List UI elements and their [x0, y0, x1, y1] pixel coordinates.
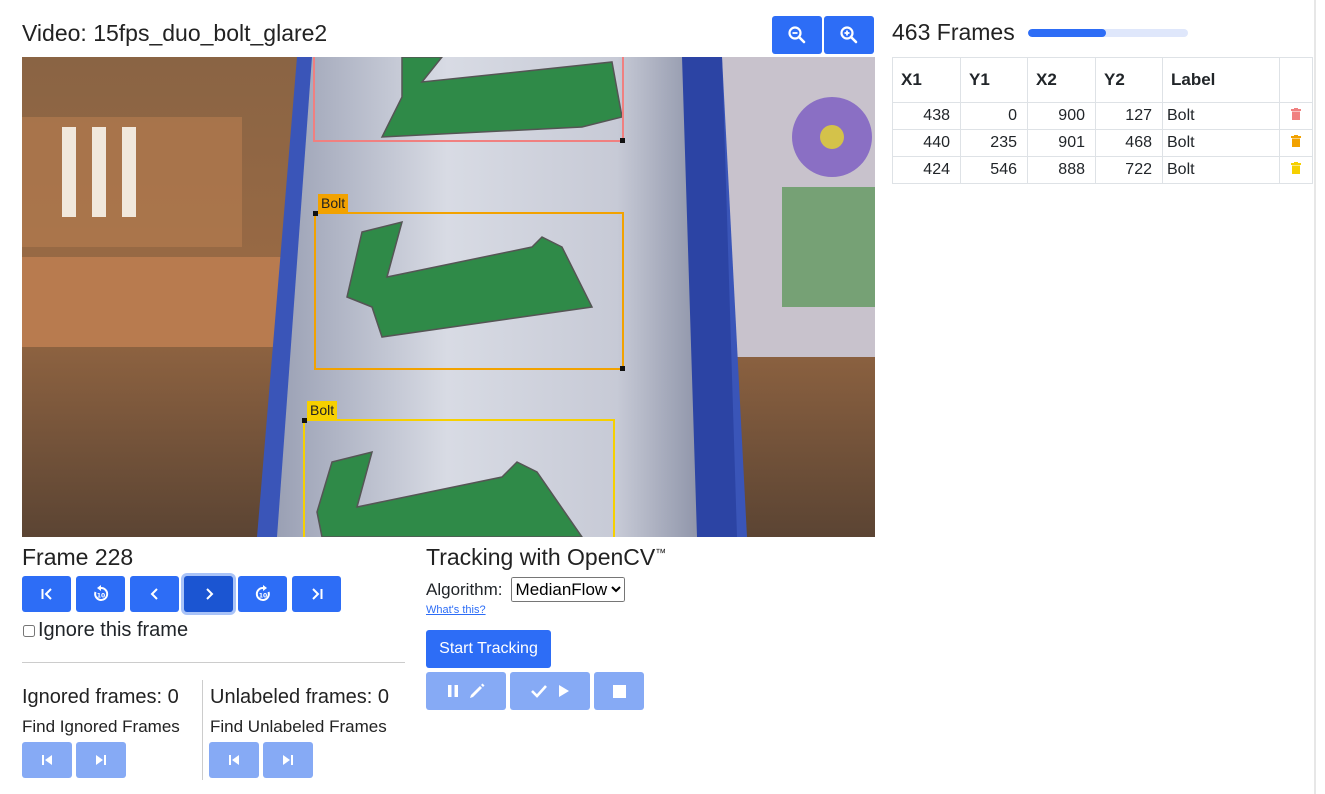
- trademark: ™: [655, 547, 667, 560]
- rewind-10-icon: 10: [93, 585, 108, 601]
- progress-fill: [1028, 29, 1107, 37]
- start-tracking-button[interactable]: Start Tracking: [426, 630, 551, 668]
- panel-divider: [1314, 0, 1316, 794]
- svg-text:10: 10: [96, 593, 104, 600]
- last-frame-button[interactable]: [292, 576, 341, 612]
- cell-label: Bolt: [1162, 129, 1280, 157]
- skip-previous-icon: [42, 755, 52, 765]
- fast-forward-10-icon: 10: [255, 585, 270, 601]
- trash-icon[interactable]: [1291, 135, 1301, 147]
- algorithm-row: Algorithm: MedianFlow: [426, 577, 625, 602]
- cell-actions: [1279, 156, 1313, 184]
- first-frame-button[interactable]: [22, 576, 71, 612]
- cell-y2: 722: [1095, 156, 1163, 184]
- cell-actions: [1279, 102, 1313, 130]
- resize-handle[interactable]: [302, 418, 307, 423]
- cell-actions: [1279, 129, 1313, 157]
- col-x1: X1: [892, 57, 961, 103]
- tracking-title: Tracking with OpenCV™: [426, 544, 666, 571]
- skip-to-start-icon: [41, 588, 52, 600]
- frames-progress-bar: [1028, 29, 1188, 37]
- next-unlabeled-button[interactable]: [263, 742, 313, 778]
- col-actions: [1279, 57, 1313, 103]
- cell-label: Bolt: [1162, 156, 1280, 184]
- col-y1: Y1: [960, 57, 1028, 103]
- col-y2: Y2: [1095, 57, 1163, 103]
- play-icon: [559, 685, 569, 697]
- skip-to-end-icon: [311, 588, 322, 600]
- cell-x1: 438: [892, 102, 961, 130]
- whats-this-link[interactable]: What's this?: [426, 604, 486, 616]
- forward-10-button[interactable]: 10: [238, 576, 287, 612]
- table-row[interactable]: 440 235 901 468 Bolt: [892, 129, 1313, 157]
- cell-x1: 424: [892, 156, 961, 184]
- cell-x2: 901: [1027, 129, 1096, 157]
- algorithm-label: Algorithm:: [426, 579, 503, 599]
- pause-icon: [448, 685, 458, 697]
- back-10-button[interactable]: 10: [76, 576, 125, 612]
- trash-icon[interactable]: [1291, 108, 1301, 120]
- prev-unlabeled-button[interactable]: [209, 742, 259, 778]
- box-label-tag: Bolt: [318, 194, 349, 212]
- col-label: Label: [1162, 57, 1280, 103]
- cell-x1: 440: [892, 129, 961, 157]
- cell-y2: 468: [1095, 129, 1163, 157]
- svg-text:10: 10: [258, 593, 266, 600]
- ignored-frames-count: Ignored frames: 0: [22, 686, 179, 708]
- chevron-left-icon: [150, 588, 158, 600]
- pencil-icon: [470, 683, 485, 698]
- previous-frame-button[interactable]: [130, 576, 179, 612]
- next-frame-button[interactable]: [184, 576, 233, 612]
- table-row[interactable]: 424 546 888 722 Bolt: [892, 156, 1313, 184]
- cell-y1: 546: [960, 156, 1028, 184]
- skip-previous-icon: [229, 755, 239, 765]
- cell-y2: 127: [1095, 102, 1163, 130]
- resize-handle[interactable]: [313, 211, 318, 216]
- frame-number: Frame 228: [22, 544, 134, 570]
- skip-next-icon: [96, 755, 106, 765]
- find-unlabeled-label: Find Unlabeled Frames: [210, 717, 387, 736]
- next-ignored-button[interactable]: [76, 742, 126, 778]
- bounding-box-1[interactable]: [313, 57, 625, 143]
- resize-handle[interactable]: [620, 366, 625, 371]
- prev-ignored-button[interactable]: [22, 742, 72, 778]
- trash-icon[interactable]: [1291, 162, 1301, 174]
- stop-tracking-button[interactable]: [594, 672, 644, 710]
- zoom-in-icon: [840, 26, 858, 44]
- video-frame-canvas[interactable]: Bolt Bolt: [22, 57, 875, 537]
- find-ignored-label: Find Ignored Frames: [22, 717, 180, 736]
- divider: [22, 662, 405, 663]
- chevron-right-icon: [205, 588, 213, 600]
- cell-x2: 888: [1027, 156, 1096, 184]
- video-title: Video: 15fps_duo_bolt_glare2: [22, 20, 328, 46]
- table-row[interactable]: 438 0 900 127 Bolt: [892, 102, 1313, 130]
- col-x2: X2: [1027, 57, 1096, 103]
- ignore-frame-checkbox[interactable]: [23, 624, 35, 637]
- stop-icon: [612, 684, 626, 698]
- bounding-box-3[interactable]: Bolt: [302, 401, 615, 537]
- box-label-tag: Bolt: [307, 401, 338, 419]
- cell-y1: 0: [960, 102, 1028, 130]
- tracking-title-text: Tracking with OpenCV: [426, 544, 656, 570]
- cell-x2: 900: [1027, 102, 1096, 130]
- cell-label: Bolt: [1162, 102, 1280, 130]
- ignore-frame-option[interactable]: Ignore this frame: [22, 619, 188, 642]
- cell-y1: 235: [960, 129, 1028, 157]
- frame-count: 463 Frames: [892, 19, 1015, 45]
- zoom-out-icon: [788, 26, 806, 44]
- zoom-in-button[interactable]: [824, 16, 874, 54]
- boxes-table: X1 Y1 X2 Y2 Label 438 0 900 127 Bolt 440…: [892, 57, 1313, 184]
- skip-next-icon: [283, 755, 293, 765]
- unlabeled-frames-count: Unlabeled frames: 0: [210, 686, 389, 708]
- ignore-frame-label: Ignore this frame: [38, 619, 189, 641]
- table-header-row: X1 Y1 X2 Y2 Label: [892, 57, 1313, 103]
- divider-vertical: [202, 680, 203, 780]
- accept-play-button[interactable]: [510, 672, 590, 710]
- pause-edit-button[interactable]: [426, 672, 506, 710]
- zoom-out-button[interactable]: [772, 16, 822, 54]
- check-icon: [531, 685, 547, 698]
- algorithm-select[interactable]: MedianFlow: [510, 577, 625, 602]
- resize-handle[interactable]: [620, 138, 625, 143]
- bounding-box-2[interactable]: Bolt: [313, 194, 625, 371]
